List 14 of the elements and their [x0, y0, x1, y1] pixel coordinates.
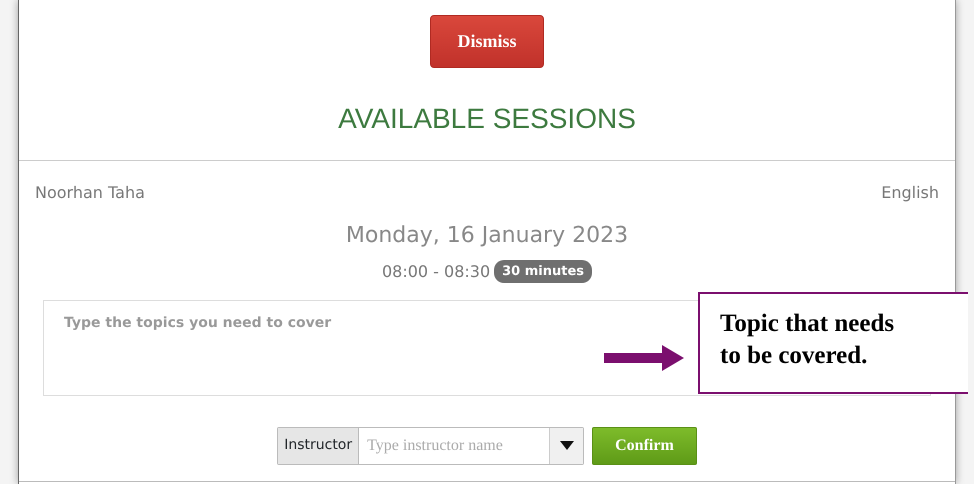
annotation-tooltip: Topic that needs to be covered.	[698, 292, 968, 394]
section-title: AVAILABLE SESSIONS	[338, 102, 636, 136]
instructor-name: Noorhan Taha	[35, 182, 145, 204]
session-language: English	[881, 182, 939, 204]
instructor-label: Instructor	[278, 428, 360, 464]
dropdown-button[interactable]	[549, 428, 584, 464]
session-time: 08:00 - 08:30	[382, 260, 490, 283]
caret-icon	[560, 441, 574, 450]
session-date: Monday, 16 January 2023	[346, 222, 628, 250]
instructor-input-group[interactable]: Instructor Type instructor name	[277, 426, 584, 465]
confirm-button[interactable]: Confirm	[592, 426, 697, 465]
arrow-icon	[604, 345, 684, 371]
dismiss-button[interactable]: Dismiss	[430, 15, 544, 68]
duration-badge: 30 minutes	[494, 260, 592, 284]
